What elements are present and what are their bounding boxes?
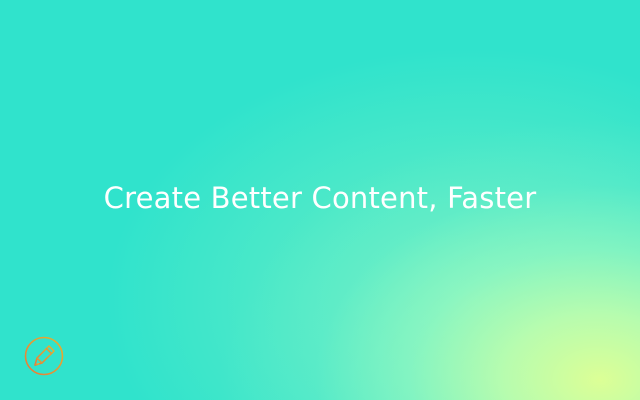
pencil-circle-icon (24, 336, 64, 376)
hero-headline: Create Better Content, Faster (103, 181, 537, 215)
brand-logo (24, 336, 64, 376)
